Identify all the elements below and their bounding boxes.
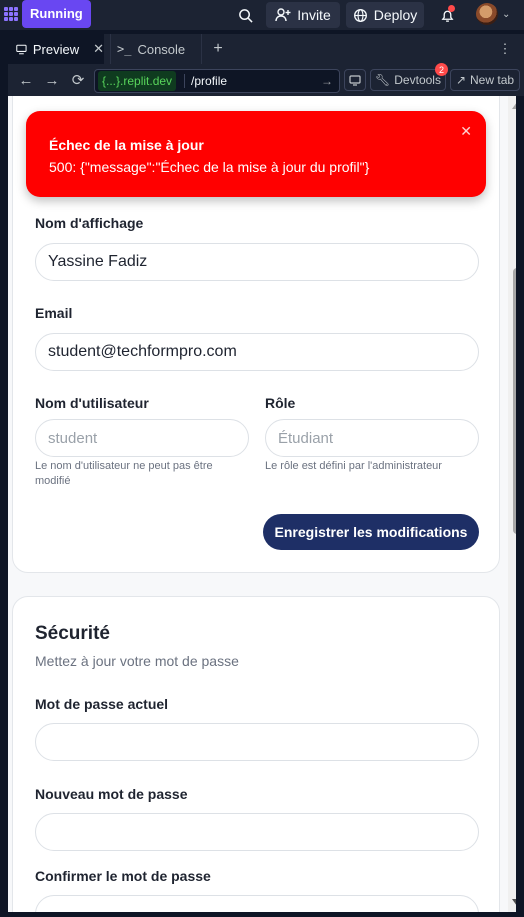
preview-urlbar: ← → ⟳ {...}.replit.dev /profile → 🔧︎ Dev… bbox=[8, 63, 524, 96]
more-vertical-icon: ⋮ bbox=[498, 41, 512, 56]
confirm-password-input[interactable] bbox=[35, 895, 479, 912]
security-subtitle: Mettez à jour votre mot de passe bbox=[35, 653, 239, 669]
go-arrow-icon[interactable]: → bbox=[321, 74, 333, 88]
username-label: Nom d'utilisateur bbox=[35, 395, 149, 411]
search-button[interactable] bbox=[232, 2, 258, 28]
scroll-up-icon[interactable] bbox=[512, 102, 516, 109]
preview-viewport[interactable]: Nom d'affichage Yassine Fadiz Email stud… bbox=[8, 96, 516, 912]
reload-icon: ⟳ bbox=[71, 72, 85, 89]
monitor-icon bbox=[16, 44, 27, 54]
workspace-topbar: Running Invite Deploy ⌄ bbox=[0, 0, 524, 30]
confirm-password-label: Confirmer le mot de passe bbox=[35, 868, 211, 884]
url-host: {...}.replit.dev bbox=[98, 71, 177, 91]
devtools-badge: 2 bbox=[435, 63, 448, 76]
current-password-input[interactable] bbox=[35, 723, 479, 761]
tab-console-label: Console bbox=[137, 41, 186, 57]
forward-button[interactable]: → bbox=[42, 70, 62, 90]
url-path[interactable]: /profile bbox=[184, 74, 321, 88]
device-preview-button[interactable] bbox=[344, 69, 366, 91]
back-button[interactable]: ← bbox=[16, 70, 36, 90]
username-input[interactable]: student bbox=[35, 419, 249, 457]
deploy-label: Deploy bbox=[373, 7, 418, 23]
security-card: Sécurité Mettez à jour votre mot de pass… bbox=[12, 596, 500, 912]
current-password-label: Mot de passe actuel bbox=[35, 696, 169, 712]
deploy-button[interactable]: Deploy bbox=[346, 2, 424, 28]
role-hint: Le rôle est défini par l'administrateur bbox=[265, 460, 442, 472]
scroll-down-icon[interactable] bbox=[512, 899, 516, 906]
notifications-button[interactable] bbox=[434, 2, 460, 28]
close-icon[interactable]: ✕ bbox=[93, 41, 104, 57]
run-status-button[interactable]: Running bbox=[22, 0, 91, 28]
run-control[interactable]: Running bbox=[0, 0, 91, 28]
newtab-label: New tab bbox=[470, 73, 515, 87]
more-options-button[interactable]: ⋮ bbox=[498, 34, 512, 64]
role-input[interactable]: Étudiant bbox=[265, 419, 479, 457]
close-icon[interactable]: ✕ bbox=[460, 123, 472, 140]
role-value: Étudiant bbox=[278, 429, 334, 447]
deploy-globe-icon bbox=[353, 8, 367, 22]
save-button[interactable]: Enregistrer les modifications bbox=[263, 514, 479, 550]
wrench-icon: 🔧︎ bbox=[375, 73, 391, 87]
external-link-icon: ↗ bbox=[455, 73, 467, 87]
security-title: Sécurité bbox=[35, 623, 110, 644]
display-name-label: Nom d'affichage bbox=[35, 215, 144, 231]
email-label: Email bbox=[35, 305, 73, 321]
tab-preview[interactable]: Preview ✕ bbox=[8, 34, 104, 64]
reload-button[interactable]: ⟳ bbox=[68, 70, 88, 90]
plus-icon: + bbox=[213, 40, 223, 57]
arrow-right-icon: → bbox=[44, 71, 60, 89]
arrow-left-icon: ← bbox=[18, 71, 34, 89]
email-value: student@techformpro.com bbox=[48, 343, 237, 360]
toast-title: Échec de la mise à jour bbox=[49, 137, 204, 153]
scrollbar-thumb[interactable] bbox=[513, 268, 516, 534]
new-password-input[interactable] bbox=[35, 813, 479, 851]
chevron-down-icon[interactable]: ⌄ bbox=[502, 9, 510, 20]
error-toast: Échec de la mise à jour 500: {"message":… bbox=[26, 111, 486, 197]
pane-tabbar: Preview ✕ >_ Console + ⋮ bbox=[8, 34, 524, 65]
new-password-label: Nouveau mot de passe bbox=[35, 786, 188, 802]
username-value: student bbox=[48, 429, 98, 447]
invite-label: Invite bbox=[297, 7, 331, 23]
tab-preview-label: Preview bbox=[32, 41, 80, 57]
new-tab-button[interactable]: + bbox=[208, 34, 228, 64]
screen-icon bbox=[349, 74, 361, 86]
terminal-icon: >_ bbox=[117, 42, 132, 56]
open-new-tab-button[interactable]: ↗ New tab bbox=[450, 69, 520, 91]
tab-console[interactable]: >_ Console bbox=[110, 34, 202, 64]
toast-message: 500: {"message":"Échec de la mise à jour… bbox=[49, 159, 370, 175]
url-field[interactable]: {...}.replit.dev /profile → bbox=[94, 69, 340, 93]
display-name-value: Yassine Fadiz bbox=[48, 253, 148, 270]
user-avatar[interactable] bbox=[476, 3, 498, 25]
email-input[interactable]: student@techformpro.com bbox=[35, 333, 479, 371]
role-label: Rôle bbox=[265, 395, 296, 411]
notification-dot bbox=[448, 5, 455, 12]
devtools-button[interactable]: 🔧︎ Devtools 2 bbox=[370, 63, 448, 91]
username-hint: Le nom d'utilisateur ne peut pas être mo… bbox=[35, 460, 213, 487]
add-user-icon bbox=[275, 8, 291, 22]
page-scrollbar[interactable] bbox=[508, 96, 516, 912]
devtools-label: Devtools bbox=[394, 73, 441, 87]
invite-button[interactable]: Invite bbox=[266, 2, 340, 28]
apps-grid-icon[interactable] bbox=[4, 7, 18, 21]
search-icon bbox=[238, 8, 253, 23]
display-name-input[interactable]: Yassine Fadiz bbox=[35, 243, 479, 281]
